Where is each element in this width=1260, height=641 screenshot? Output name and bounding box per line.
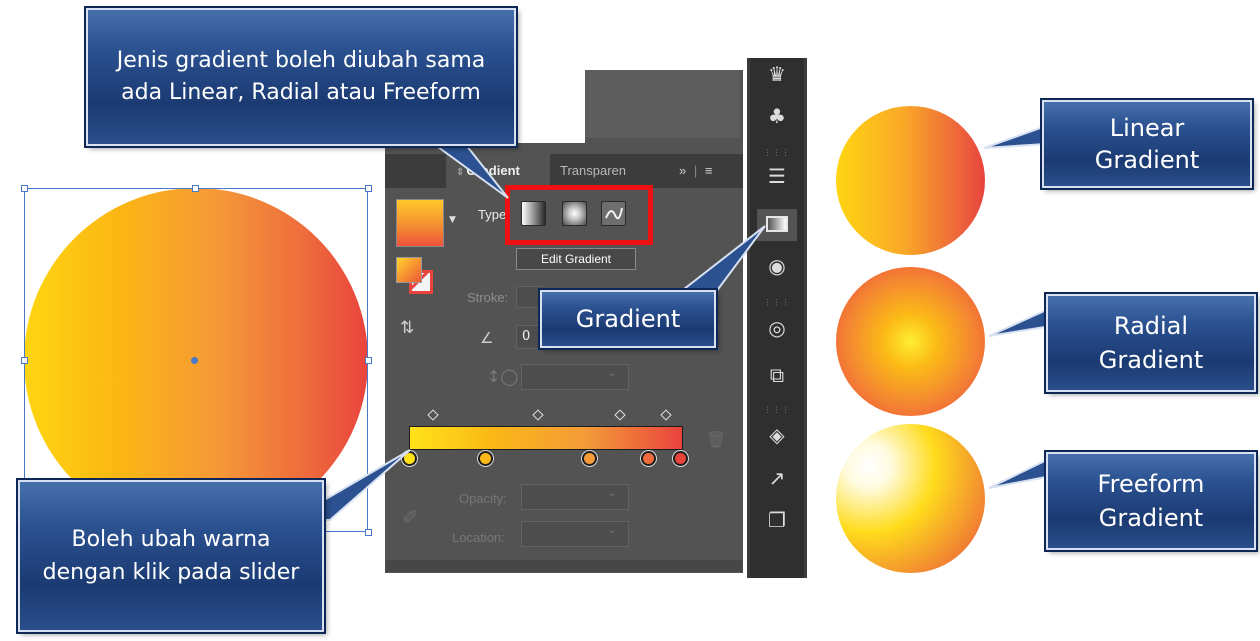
callout-freeform: Freeform Gradient xyxy=(1046,452,1256,550)
bbox-handle-top-center[interactable] xyxy=(192,185,199,192)
strip-grip[interactable]: ⋮⋮⋮ xyxy=(752,405,802,414)
chevron-down-icon: ⌄ xyxy=(607,525,616,536)
chevron-down-icon: ⌄ xyxy=(607,368,616,379)
reverse-gradient-icon[interactable]: ⇅ xyxy=(400,318,414,338)
panel-resize-bar[interactable] xyxy=(385,560,743,572)
delete-stop-icon[interactable]: 🗑 xyxy=(706,430,726,449)
appearance-icon[interactable]: ◎ xyxy=(752,316,802,340)
gradient-stop[interactable] xyxy=(478,451,493,466)
bbox-handle-middle-right[interactable] xyxy=(365,357,372,364)
gradient-type-highlight xyxy=(505,185,653,245)
opacity-label: Opacity: xyxy=(459,491,507,506)
callout-gradient-type: Jenis gradient boleh diubah sama ada Lin… xyxy=(86,8,516,146)
opacity-field[interactable]: ⌄ xyxy=(521,484,629,510)
callout-gradient: Gradient xyxy=(540,290,716,348)
panel-overflow-icon[interactable]: » xyxy=(679,163,686,178)
tab-transparency[interactable]: Transparen xyxy=(560,154,626,188)
panel-divider: | xyxy=(693,163,698,178)
brush-library-icon[interactable]: ♛ xyxy=(752,62,802,86)
stroke-panel-icon[interactable]: ☰ xyxy=(752,164,802,188)
linear-gradient-sample xyxy=(836,106,985,255)
chevron-down-icon: ⌄ xyxy=(607,488,616,499)
angle-icon: ∠ xyxy=(480,329,494,347)
fill-swatch[interactable] xyxy=(396,257,422,283)
gradient-stop[interactable] xyxy=(641,451,656,466)
strip-grip[interactable]: ⋮⋮⋮ xyxy=(752,148,802,157)
swatch-dropdown-icon[interactable]: ▼ xyxy=(449,215,456,225)
panel-upper-inner xyxy=(585,70,740,138)
callout-linear: Linear Gradient xyxy=(1042,100,1252,188)
edit-gradient-button[interactable]: Edit Gradient xyxy=(516,248,636,270)
callout-slider: Boleh ubah warna dengan klik pada slider xyxy=(18,480,324,632)
aspect-ratio-field[interactable]: ⌄ xyxy=(521,364,629,390)
export-icon[interactable]: ↗ xyxy=(752,466,802,490)
bbox-handle-top-left[interactable] xyxy=(21,185,28,192)
artboards-icon[interactable]: ❐ xyxy=(752,508,802,532)
gradient-stop[interactable] xyxy=(582,451,597,466)
menu-icon[interactable]: ≡ xyxy=(705,163,713,178)
gradient-stop[interactable] xyxy=(673,451,688,466)
gradient-slider-bar[interactable] xyxy=(409,426,683,450)
location-field[interactable]: ⌄ xyxy=(521,521,629,547)
panel-controls[interactable]: » | ≡ xyxy=(679,154,712,188)
aspect-ratio-icon: ↕◯ xyxy=(487,367,519,386)
bbox-handle-middle-left[interactable] xyxy=(21,357,28,364)
callout-radial: Radial Gradient xyxy=(1046,294,1256,392)
location-label: Location: xyxy=(452,530,505,545)
layers-icon[interactable]: ◈ xyxy=(752,423,802,447)
artwork-center-point xyxy=(191,357,198,364)
stroke-option-1[interactable] xyxy=(516,286,543,308)
bbox-handle-top-right[interactable] xyxy=(365,185,372,192)
symbols-icon[interactable]: ♣ xyxy=(752,104,802,128)
freeform-gradient-sample xyxy=(836,424,985,573)
graphic-styles-icon[interactable]: ⧉ xyxy=(752,363,802,387)
stroke-label: Stroke: xyxy=(467,290,509,305)
radial-gradient-sample xyxy=(836,267,985,416)
